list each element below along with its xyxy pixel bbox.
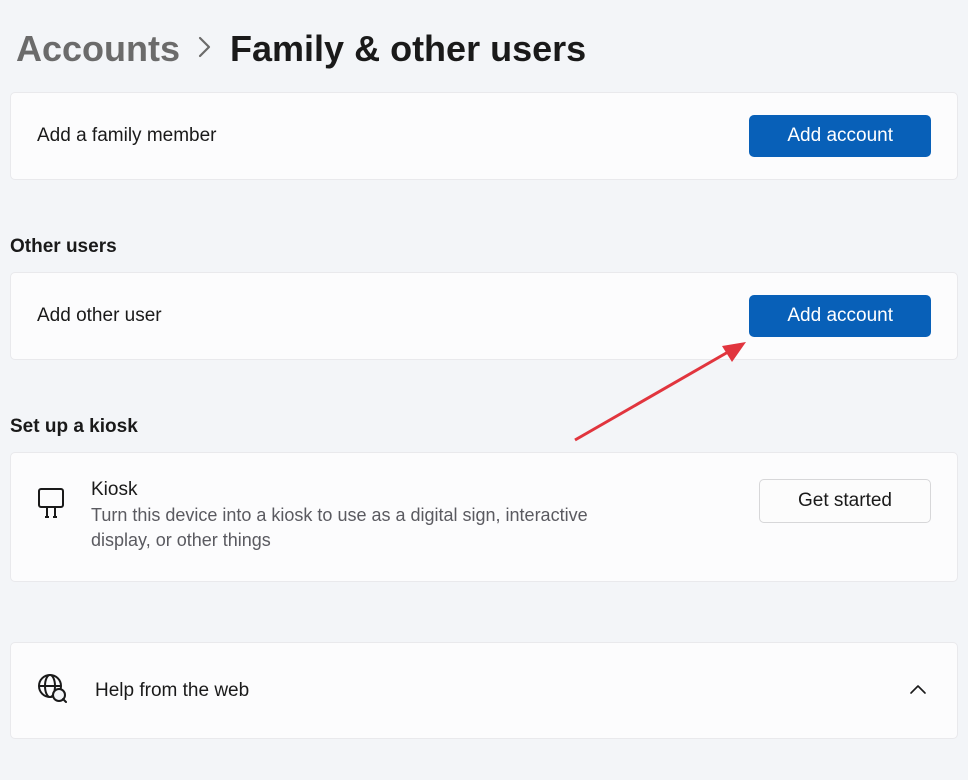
kiosk-description: Turn this device into a kiosk to use as … bbox=[91, 503, 651, 553]
other-users-header: Other users bbox=[0, 236, 968, 258]
add-other-user-panel: Add other user Add account bbox=[10, 272, 958, 360]
kiosk-title: Kiosk bbox=[91, 479, 651, 501]
help-globe-icon bbox=[37, 673, 67, 708]
kiosk-get-started-button[interactable]: Get started bbox=[759, 479, 931, 523]
add-family-member-label: Add a family member bbox=[37, 125, 217, 147]
breadcrumb-parent[interactable]: Accounts bbox=[16, 28, 180, 70]
kiosk-header: Set up a kiosk bbox=[0, 416, 968, 438]
add-family-member-panel: Add a family member Add account bbox=[10, 92, 958, 180]
help-label: Help from the web bbox=[95, 680, 249, 702]
help-panel[interactable]: Help from the web bbox=[10, 642, 958, 739]
breadcrumb-current: Family & other users bbox=[230, 28, 586, 70]
kiosk-icon bbox=[37, 487, 65, 524]
chevron-up-icon[interactable] bbox=[909, 683, 931, 699]
chevron-right-icon bbox=[198, 33, 212, 65]
add-family-account-button[interactable]: Add account bbox=[749, 115, 931, 157]
breadcrumb: Accounts Family & other users bbox=[0, 0, 968, 92]
add-other-account-button[interactable]: Add account bbox=[749, 295, 931, 337]
add-other-user-label: Add other user bbox=[37, 305, 162, 327]
kiosk-panel: Kiosk Turn this device into a kiosk to u… bbox=[10, 452, 958, 582]
